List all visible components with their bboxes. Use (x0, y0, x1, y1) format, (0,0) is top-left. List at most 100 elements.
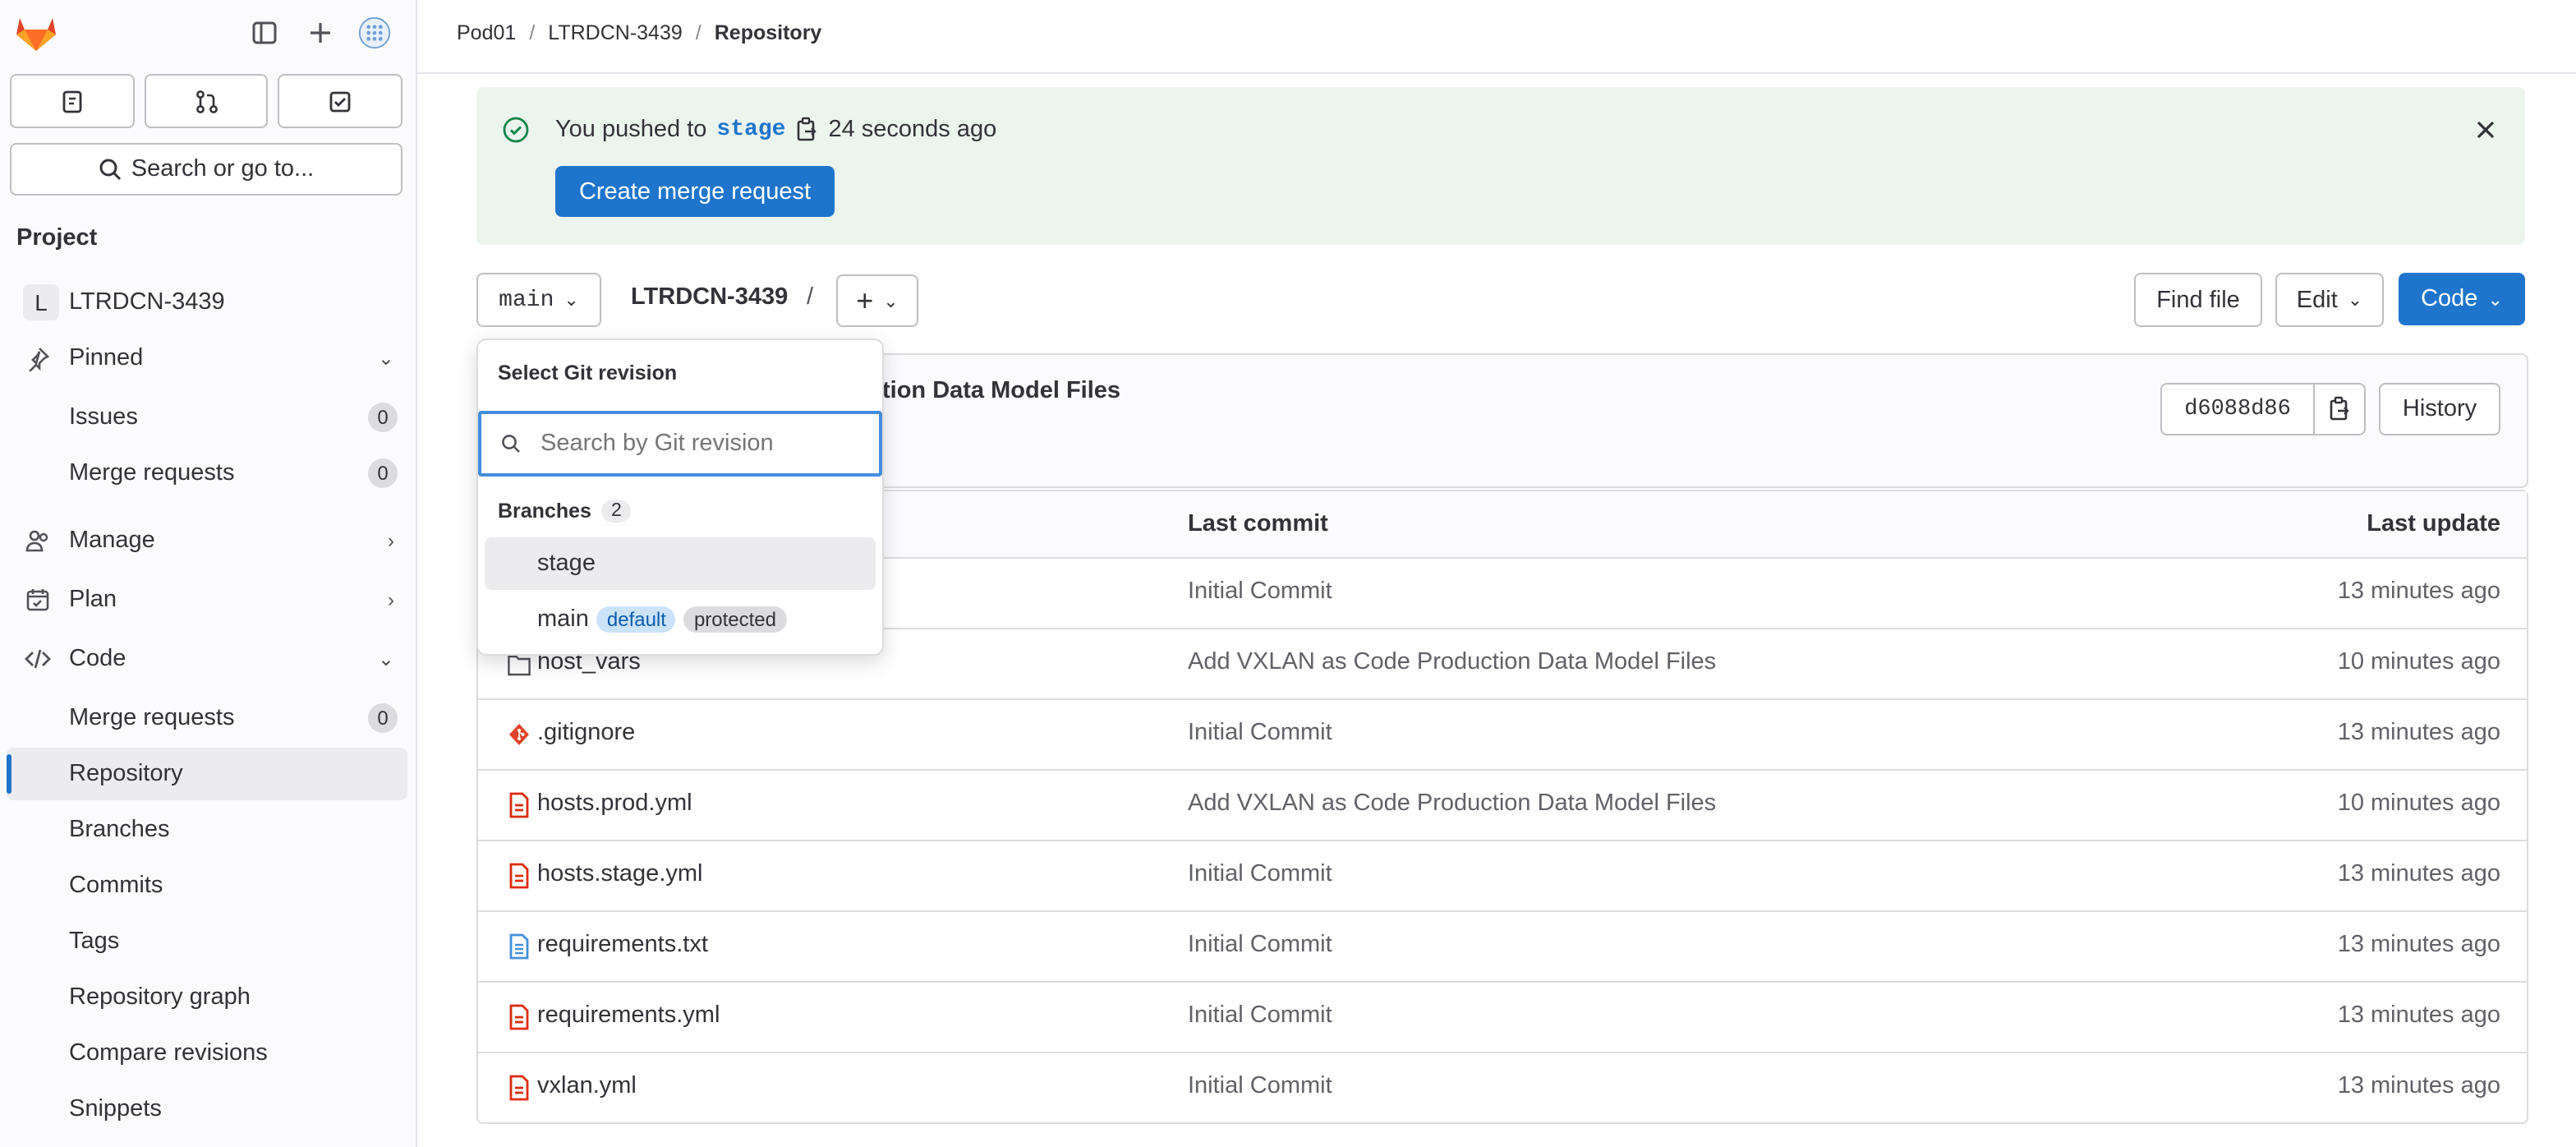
main-content: You pushed to stage 24 seconds ago Creat… (417, 74, 2576, 1147)
breadcrumb-group[interactable]: Pod01 (457, 21, 516, 44)
commit-sha[interactable]: d6088d86 (2160, 383, 2315, 435)
alert-branch[interactable]: stage (716, 117, 785, 143)
sidebar-item-label: Repository graph (69, 984, 251, 1011)
table-row[interactable]: hosts.stage.yml Initial Commit 13 minute… (478, 841, 2527, 912)
header-last-commit: Last commit (1188, 511, 1328, 537)
commit-message[interactable]: Add VXLAN as Code Production Data Model … (1188, 790, 1716, 817)
calendar-icon (23, 585, 53, 615)
copy-sha-button[interactable] (2313, 383, 2366, 435)
commit-message[interactable]: Initial Commit (1188, 861, 1332, 887)
search-button[interactable]: Search or go to... (10, 143, 402, 196)
sidebar-item-compare-revisions[interactable]: Compare revisions (7, 1027, 407, 1080)
commit-message[interactable]: Initial Commit (1188, 1073, 1332, 1099)
copy-icon[interactable] (795, 117, 818, 143)
create-merge-request-button[interactable]: Create merge request (555, 166, 835, 217)
repo-path-name[interactable]: LTRDCN-3439 (631, 284, 788, 311)
sidebar-item-label: Branches (69, 817, 170, 843)
sidebar-item-repository-graph[interactable]: Repository graph (7, 971, 407, 1024)
sidebar-item-repository[interactable]: Repository (7, 748, 407, 800)
breadcrumb-current[interactable]: Repository (715, 21, 822, 44)
update-time: 13 minutes ago (2337, 932, 2500, 958)
commit-message[interactable]: Initial Commit (1188, 720, 1332, 746)
chevron-down-icon: ⌄ (564, 291, 579, 311)
plus-icon: + (856, 283, 874, 316)
file-name[interactable]: .gitignore (537, 720, 635, 746)
table-row[interactable]: .gitignore Initial Commit 13 minutes ago (478, 700, 2527, 771)
gitlab-logo[interactable] (15, 13, 58, 53)
sidebar-item-code[interactable]: Code ⌄ (7, 633, 407, 685)
sidebar-item-label: Plan (69, 587, 117, 613)
count-badge: 0 (368, 703, 398, 733)
sidebar-item-issues[interactable]: Issues 0 (7, 391, 407, 444)
collapse-sidebar-icon[interactable] (248, 16, 281, 49)
sidebar-item-label: Code (69, 646, 126, 672)
todo-icon (329, 90, 351, 112)
file-name[interactable]: hosts.prod.yml (537, 790, 692, 817)
find-file-button[interactable]: Find file (2134, 273, 2262, 327)
branch-selector[interactable]: main ⌄ (476, 273, 601, 327)
table-row[interactable]: requirements.txt Initial Commit 13 minut… (478, 912, 2527, 983)
commit-message[interactable]: Initial Commit (1188, 578, 1332, 605)
commit-message[interactable]: Initial Commit (1188, 1002, 1332, 1029)
file-name[interactable]: hosts.stage.yml (537, 861, 703, 887)
sidebar-item-project[interactable]: L LTRDCN-3439 (7, 276, 407, 329)
yaml-file-icon (509, 1075, 529, 1101)
edit-button[interactable]: Edit ⌄ (2275, 273, 2384, 327)
file-name[interactable]: requirements.txt (537, 932, 708, 958)
copy-icon (2330, 396, 2349, 421)
sidebar-item-plan[interactable]: Plan › (7, 574, 407, 626)
history-button[interactable]: History (2379, 383, 2500, 435)
commit-message[interactable]: Initial Commit (1188, 932, 1332, 958)
code-button[interactable]: Code ⌄ (2399, 273, 2525, 325)
table-row[interactable]: vxlan.yml Initial Commit 13 minutes ago (478, 1053, 2527, 1122)
default-badge: default (596, 606, 676, 633)
commit-message[interactable]: Add VXLAN as Code Production Data Model … (1188, 649, 1716, 675)
branches-count: 2 (600, 500, 632, 523)
sidebar-item-snippets[interactable]: Snippets (7, 1083, 407, 1135)
sidebar-item-branches[interactable]: Branches (7, 804, 407, 856)
search-label: Search or go to... (131, 156, 315, 182)
revision-search-field[interactable] (478, 411, 882, 477)
count-badge: 0 (368, 403, 398, 432)
assigned-issues-button[interactable] (10, 74, 135, 128)
sidebar-item-label: Pinned (69, 345, 144, 371)
text-file-icon (509, 933, 529, 960)
breadcrumb-separator: / (529, 21, 536, 44)
update-time: 13 minutes ago (2337, 578, 2500, 605)
header-last-update: Last update (2367, 511, 2500, 537)
plus-icon[interactable] (304, 16, 337, 49)
search-icon (99, 159, 121, 181)
todo-list-button[interactable] (278, 74, 403, 128)
add-to-tree-button[interactable]: + ⌄ (836, 274, 918, 327)
table-row[interactable]: requirements.yml Initial Commit 13 minut… (478, 983, 2527, 1053)
commit-title[interactable]: tion Data Model Files (882, 378, 1120, 404)
revision-search-input[interactable] (537, 429, 856, 458)
table-row[interactable]: hosts.prod.yml Add VXLAN as Code Product… (478, 771, 2527, 841)
edit-button-label: Edit (2296, 287, 2338, 313)
chevron-right-icon: › (388, 588, 394, 611)
breadcrumb-project[interactable]: LTRDCN-3439 (548, 21, 683, 44)
alert-prefix: You pushed to (555, 117, 707, 143)
file-name[interactable]: requirements.yml (537, 1002, 720, 1029)
sidebar-item-code-merge-requests[interactable]: Merge requests 0 (7, 692, 407, 744)
issues-icon (62, 90, 82, 113)
code-icon (23, 644, 53, 674)
avatar[interactable] (358, 16, 391, 49)
branch-selector-label: main (499, 287, 554, 313)
top-bar: Pod01 / LTRDCN-3439 / Repository (417, 0, 2576, 74)
sidebar-item-merge-requests[interactable]: Merge requests 0 (7, 447, 407, 500)
sidebar-item-pinned[interactable]: Pinned ⌄ (7, 332, 407, 385)
code-button-label: Code (2421, 286, 2478, 312)
merge-requests-button[interactable] (144, 74, 269, 128)
dropdown-item-main[interactable]: main default protected (485, 593, 876, 646)
sidebar-item-label: Merge requests (69, 705, 235, 731)
update-time: 13 minutes ago (2337, 1073, 2500, 1099)
sidebar-item-tags[interactable]: Tags (7, 915, 407, 968)
file-name[interactable]: vxlan.yml (537, 1073, 637, 1099)
git-revision-dropdown: Select Git revision Branches 2 stage mai… (476, 339, 884, 656)
sidebar-item-manage[interactable]: Manage › (7, 514, 407, 567)
merge-request-icon (196, 90, 217, 113)
sidebar-item-commits[interactable]: Commits (7, 859, 407, 912)
close-icon[interactable] (2472, 117, 2499, 143)
dropdown-item-stage[interactable]: stage (485, 537, 876, 590)
